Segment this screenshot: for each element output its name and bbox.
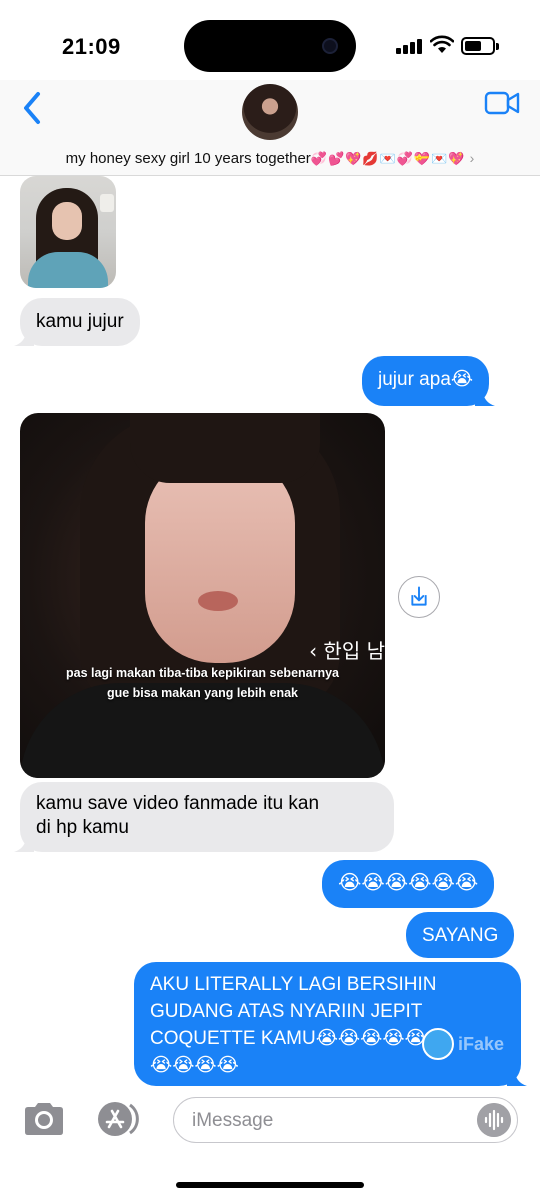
message-text: di hp kamu bbox=[36, 817, 129, 838]
received-message[interactable]: kamu save video fanmade itu kan di hp ka… bbox=[14, 782, 394, 852]
video-overlay-text: ‹ 한입 남 bbox=[309, 639, 385, 663]
message-text: AKU LITERALLY LAGI BERSIHIN bbox=[150, 974, 437, 995]
video-caption-line: pas lagi makan tiba-tiba kepikiran seben… bbox=[65, 666, 340, 680]
message-text: jujur apa😭 bbox=[378, 369, 474, 390]
wifi-icon bbox=[430, 35, 454, 53]
battery-icon bbox=[461, 37, 499, 55]
message-text: SAYANG bbox=[422, 925, 499, 946]
message-text: 😭😭😭😭 bbox=[150, 1055, 239, 1076]
received-message[interactable]: kamu jujur bbox=[14, 298, 140, 346]
received-photo[interactable] bbox=[20, 176, 116, 288]
message-text: 😭😭😭😭😭😭 bbox=[338, 872, 479, 894]
received-video[interactable]: ‹ 한입 남 pas lagi makan tiba-tiba kepikira… bbox=[20, 413, 385, 778]
cellular-signal-icon bbox=[396, 38, 424, 54]
dynamic-island bbox=[184, 20, 356, 72]
audio-waveform-icon[interactable] bbox=[477, 1103, 511, 1137]
video-caption: pas lagi makan tiba-tiba kepikiran seben… bbox=[20, 663, 385, 703]
sent-message[interactable]: SAYANG bbox=[406, 912, 515, 958]
contact-name-text: my honey sexy girl 10 years together bbox=[65, 150, 311, 167]
watermark: iFake bbox=[458, 1034, 505, 1054]
chevron-right-icon: › bbox=[469, 150, 475, 166]
contact-avatar[interactable] bbox=[242, 84, 298, 140]
contact-name-emoji: 💞💕💖💋💌💞💝💌💖 bbox=[310, 151, 466, 166]
sent-message[interactable]: 😭😭😭😭😭😭 bbox=[322, 860, 495, 908]
conversation-header: my honey sexy girl 10 years together💞💕💖💋… bbox=[0, 80, 540, 176]
status-bar: 21:09 bbox=[0, 0, 540, 80]
sent-message[interactable]: AKU LITERALLY LAGI BERSIHIN GUDANG ATAS … bbox=[134, 962, 527, 1086]
imessage-input[interactable]: iMessage bbox=[173, 1097, 518, 1143]
download-icon[interactable] bbox=[398, 576, 440, 618]
status-time: 21:09 bbox=[62, 34, 121, 59]
app-store-icon[interactable] bbox=[96, 1100, 144, 1138]
ifake-logo-icon bbox=[422, 1028, 454, 1060]
camera-icon[interactable] bbox=[22, 1102, 66, 1136]
message-text: kamu save video fanmade itu kan bbox=[36, 793, 320, 814]
contact-name[interactable]: my honey sexy girl 10 years together💞💕💖💋… bbox=[0, 150, 540, 167]
front-camera-icon bbox=[322, 38, 338, 54]
message-text: kamu jujur bbox=[36, 311, 124, 332]
facetime-video-icon[interactable] bbox=[484, 90, 520, 116]
input-placeholder: iMessage bbox=[192, 1110, 274, 1131]
back-chevron-icon[interactable] bbox=[18, 88, 48, 128]
video-caption-line: gue bisa makan yang lebih enak bbox=[106, 686, 299, 700]
home-indicator bbox=[176, 1182, 364, 1188]
sent-message[interactable]: jujur apa😭 bbox=[362, 356, 496, 406]
message-text: GUDANG ATAS NYARIIN JEPIT bbox=[150, 1001, 423, 1022]
